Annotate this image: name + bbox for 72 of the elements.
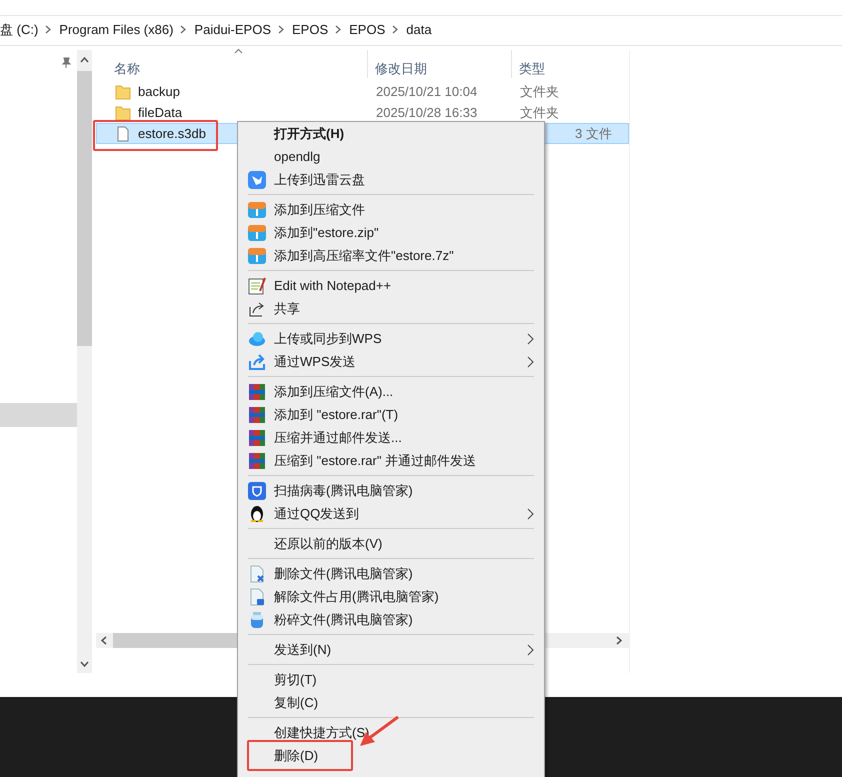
menu-item[interactable]: 剪切(T) [240,668,542,691]
menu-item[interactable]: 添加到"estore.zip" [240,221,542,244]
breadcrumb-item[interactable]: Program Files (x86) [59,22,174,37]
file-type: 文件夹 [519,82,560,100]
share-icon [248,300,266,318]
menu-item[interactable]: 上传或同步到WPS [240,327,542,350]
menu-item[interactable]: 发送到(N) [240,638,542,661]
menu-item[interactable]: 添加到高压缩率文件"estore.7z" [240,244,542,267]
books-icon [248,382,266,400]
file-icon [115,126,131,142]
file-row[interactable]: fileData 2025/10/28 16:33 文件夹 [96,102,629,123]
file-name: estore.s3db [138,126,206,141]
menu-item[interactable]: Edit with Notepad++ [240,274,542,297]
chevron-icon [180,25,188,34]
menu-item[interactable]: 复制(C) [240,691,542,714]
menu-item[interactable]: 还原以前的版本(V) [240,532,542,555]
column-header[interactable]: 名称 [96,50,368,78]
column-header[interactable]: 类型 [512,50,630,78]
books-icon [248,428,266,446]
menu-item[interactable]: 共享 [240,297,542,320]
menu-item[interactable]: 通过QQ发送到 [240,502,542,525]
archive-icon [248,246,266,264]
menu-item[interactable]: 删除文件(腾讯电脑管家) [240,562,542,585]
menu-item[interactable]: 压缩并通过邮件发送... [240,426,542,449]
menu-item[interactable]: 扫描病毒(腾讯电脑管家) [240,479,542,502]
menu-item[interactable]: 粉碎文件(腾讯电脑管家) [240,608,542,631]
books-icon [248,452,266,470]
scrollbar-thumb[interactable] [77,71,92,346]
breadcrumb-item[interactable]: data [406,22,432,37]
file-lock-icon [248,588,266,606]
folder-icon [115,84,131,100]
shield-icon [248,482,266,500]
pin-icon[interactable] [60,57,72,69]
file-delete-icon [248,564,266,582]
breadcrumb-item[interactable]: EPOS [349,22,386,37]
menu-item[interactable]: 通过WPS发送 [240,350,542,373]
bird-icon [248,170,266,188]
menu-item[interactable]: 打开方式(H) [240,122,542,145]
file-date: 2025/10/28 16:33 [375,105,478,120]
menu-item[interactable]: 删除(D) [240,744,542,767]
menu-item[interactable]: 添加到压缩文件 [240,198,542,221]
cloud-icon [248,330,266,348]
books-icon [248,406,266,424]
notepad-icon [248,276,266,294]
bottle-icon [248,610,266,628]
chevron-icon [335,25,342,34]
column-header[interactable]: 修改日期 [368,50,512,78]
sort-caret-icon [234,48,243,54]
menu-item[interactable]: 压缩到 "estore.rar" 并通过邮件发送 [240,449,542,472]
menu-item[interactable]: 添加到 "estore.rar"(T) [240,403,542,426]
vertical-scrollbar[interactable] [77,50,92,673]
send-icon [248,352,266,370]
archive-icon [248,200,266,218]
menu-item[interactable]: 添加到压缩文件(A)... [240,380,542,403]
file-type: 3 文件 [574,124,613,142]
file-row[interactable]: backup 2025/10/21 10:04 文件夹 [96,81,629,102]
breadcrumb-item[interactable]: 盘 (C:) [0,20,38,38]
folder-icon [115,104,131,120]
file-date: 2025/10/21 10:04 [375,84,478,99]
menu-item[interactable]: opendlg [240,145,542,168]
breadcrumb-item[interactable]: EPOS [292,22,328,37]
menu-item[interactable]: 上传到迅雷云盘 [240,168,542,191]
archive-icon [248,224,266,242]
penguin-icon [248,504,266,522]
file-type: 文件夹 [519,104,560,122]
file-name: backup [138,84,180,99]
file-name: fileData [138,105,182,120]
chevron-icon [45,25,52,34]
breadcrumb-item[interactable]: Paidui-EPOS [194,22,272,37]
chevron-icon [392,25,400,34]
menu-item[interactable]: 解除文件占用(腾讯电脑管家) [240,585,542,608]
chevron-icon [278,25,286,34]
